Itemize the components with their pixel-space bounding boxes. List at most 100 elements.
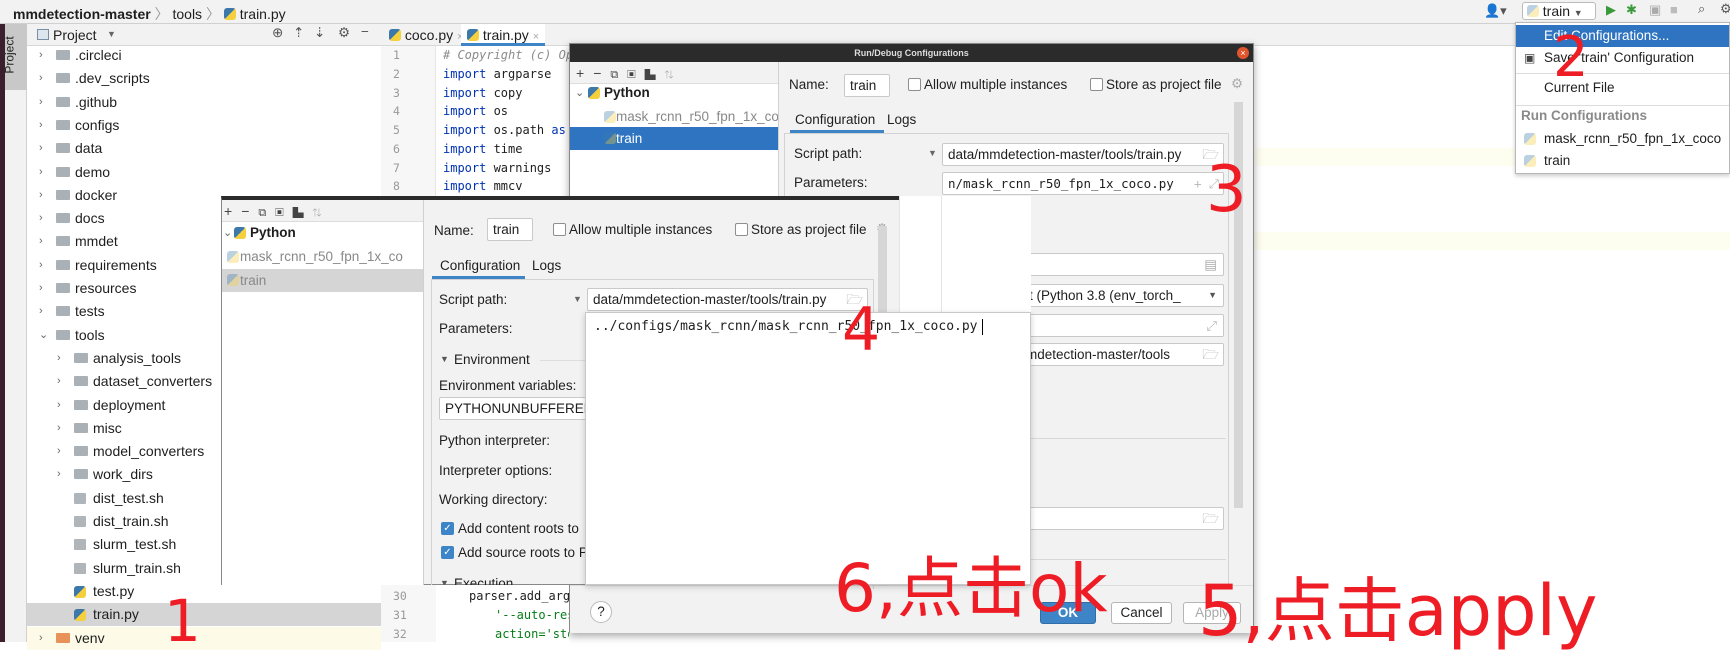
chevron-right-icon[interactable]: ›	[57, 417, 61, 440]
chevron-right-icon[interactable]: ›	[39, 627, 43, 650]
name-field[interactable]: train	[844, 74, 890, 97]
tree-item[interactable]: › .github	[27, 91, 381, 114]
tab-logs[interactable]: Logs	[532, 258, 561, 273]
folder-icon[interactable]: 🗁	[1202, 508, 1219, 529]
chevron-right-icon[interactable]: ›	[39, 277, 43, 300]
locate-icon[interactable]: ⊕	[272, 25, 283, 41]
chevron-right-icon[interactable]: ›	[39, 44, 43, 67]
store-project-checkbox[interactable]	[735, 223, 748, 236]
chevron-down-icon[interactable]: ▼	[107, 29, 116, 39]
remove-icon[interactable]: −	[241, 203, 258, 219]
chevron-right-icon[interactable]: ›	[39, 300, 43, 323]
save-icon[interactable]: ▣	[627, 69, 644, 81]
play-icon[interactable]: ▶	[1606, 2, 1616, 18]
chevron-right-icon[interactable]: ›	[39, 114, 43, 137]
move-to-folder-icon[interactable]: ▙	[293, 207, 313, 219]
add-content-roots-checkbox[interactable]: ✓	[441, 522, 454, 535]
tree-item-python[interactable]: ⌄ Python	[570, 82, 778, 104]
environment-section[interactable]: Environment	[454, 352, 530, 367]
menu-item-edit-configurations[interactable]: Edit Configurations...	[1516, 25, 1729, 47]
allow-multiple-checkbox[interactable]	[553, 223, 566, 236]
chevron-right-icon[interactable]: ›	[57, 463, 61, 486]
menu-item-save-configuration[interactable]: ▣ Save 'train' Configuration	[1516, 47, 1729, 69]
tab-configuration[interactable]: Configuration	[440, 258, 520, 273]
side-tab-project[interactable]: Project	[3, 24, 27, 90]
chevron-right-icon[interactable]: ›	[57, 394, 61, 417]
close-icon[interactable]: ×	[1237, 47, 1249, 59]
close-icon[interactable]: ×	[533, 31, 539, 43]
move-to-folder-icon[interactable]: ▙	[645, 69, 665, 81]
expand-icon[interactable]: ⤢	[1206, 315, 1217, 336]
chevron-right-icon[interactable]: ›	[57, 347, 61, 370]
store-project-checkbox[interactable]	[1090, 78, 1103, 91]
collapse-triangle-icon[interactable]: ▼	[440, 354, 449, 364]
script-path-field[interactable]: data/mmdetection-master/tools/train.py 🗁	[942, 143, 1224, 166]
add-source-roots-checkbox[interactable]: ✓	[441, 546, 454, 559]
stop-icon[interactable]: ■	[1670, 2, 1678, 17]
tree-item[interactable]: › demo	[27, 161, 381, 184]
chevron-down-icon[interactable]: ▼	[573, 294, 582, 304]
tree-item-config[interactable]: mask_rcnn_r50_fpn_1x_co	[222, 246, 423, 268]
menu-item-config[interactable]: mask_rcnn_r50_fpn_1x_coco	[1516, 128, 1729, 150]
breadcrumb-item[interactable]: tools	[172, 6, 202, 22]
tree-item-config-selected[interactable]: train	[222, 269, 423, 292]
user-icon[interactable]: 👤▾	[1484, 3, 1507, 19]
menu-item-config[interactable]: train	[1516, 150, 1729, 172]
cancel-button[interactable]: Cancel	[1111, 602, 1172, 624]
collapse-all-icon[interactable]: ⇣	[314, 25, 325, 41]
parameters-expanded-editor[interactable]: ../configs/mask_rcnn/mask_rcnn_r50_fpn_1…	[585, 312, 1031, 585]
run-config-selector[interactable]: train ▼	[1522, 2, 1596, 20]
parameters-text[interactable]: ../configs/mask_rcnn/mask_rcnn_r50_fpn_1…	[594, 319, 978, 334]
add-icon[interactable]: +	[576, 65, 593, 81]
document-icon[interactable]: ▤	[1204, 254, 1217, 275]
breadcrumb-item[interactable]: train.py	[240, 6, 286, 22]
save-icon[interactable]: ▣	[275, 207, 292, 219]
tree-item[interactable]: › data	[27, 137, 381, 160]
working-dir-field[interactable]: /mmdetection-master/tools 🗁	[1010, 343, 1224, 366]
chevron-down-icon[interactable]: ▼	[928, 148, 937, 158]
env-vars-field[interactable]: ▤	[1010, 253, 1224, 276]
editor-tab[interactable]: train.py ×	[461, 24, 546, 46]
chevron-right-icon[interactable]: ›	[57, 370, 61, 393]
allow-multiple-checkbox[interactable]	[908, 78, 921, 91]
interpreter-select[interactable]: ault (Python 3.8 (env_torch_ ▼	[1010, 284, 1224, 307]
chevron-down-icon[interactable]: ⌄	[39, 324, 48, 347]
chevron-right-icon[interactable]: ›	[57, 440, 61, 463]
debug-bug-icon[interactable]: ✱	[1626, 2, 1637, 18]
gear-icon[interactable]: ⚙	[1231, 76, 1243, 92]
path-field[interactable]: 🗁	[1010, 507, 1224, 530]
tree-item[interactable]: train.py	[27, 603, 381, 627]
search-icon[interactable]: ⌕	[1698, 1, 1705, 17]
chevron-right-icon[interactable]: ›	[39, 230, 43, 253]
code-editor-bottom[interactable]: 30 parser.add_argu 31 '--auto-res 32 action='…	[381, 585, 569, 642]
add-icon[interactable]: +	[224, 203, 241, 219]
tree-item-config-selected[interactable]: train	[570, 127, 778, 150]
sort-icon[interactable]: ⇅	[313, 207, 331, 219]
gear-icon[interactable]: ⚙	[338, 25, 350, 41]
env-vars-field[interactable]: PYTHONUNBUFFERED=	[439, 397, 599, 420]
chevron-right-icon[interactable]: ›	[39, 91, 43, 114]
tree-item[interactable]: › configs	[27, 114, 381, 137]
help-button[interactable]: ?	[590, 601, 612, 623]
editor-tab[interactable]: coco.py ×	[383, 24, 469, 46]
script-path-field[interactable]: data/mmdetection-master/tools/train.py 🗁	[587, 288, 868, 311]
tree-item[interactable]: › .circleci	[27, 44, 381, 67]
tree-item-config[interactable]: mask_rcnn_r50_fpn_1x_co	[570, 106, 778, 128]
coverage-icon[interactable]: ▣	[1649, 2, 1661, 18]
parameters-field[interactable]: n/mask_rcnn_r50_fpn_1x_coco.py + ⤢	[942, 172, 1224, 195]
remove-icon[interactable]: −	[593, 65, 610, 81]
project-panel-title[interactable]: Project	[53, 27, 97, 43]
tree-item[interactable]: › .dev_scripts	[27, 67, 381, 90]
minimize-icon[interactable]: −	[361, 24, 369, 39]
menu-item-current-file[interactable]: Current File	[1516, 77, 1729, 99]
tab-logs[interactable]: Logs	[887, 112, 916, 127]
folder-icon[interactable]: 🗁	[1202, 344, 1219, 365]
tree-item[interactable]: › venv	[27, 626, 381, 650]
copy-icon[interactable]: ⧉	[258, 207, 275, 219]
tab-configuration[interactable]: Configuration	[795, 112, 875, 127]
chevron-right-icon[interactable]: ›	[39, 137, 43, 160]
chevron-right-icon[interactable]: ›	[39, 207, 43, 230]
copy-icon[interactable]: ⧉	[610, 69, 627, 81]
expand-all-icon[interactable]: ⇡	[293, 25, 304, 41]
chevron-right-icon[interactable]: ›	[39, 161, 43, 184]
